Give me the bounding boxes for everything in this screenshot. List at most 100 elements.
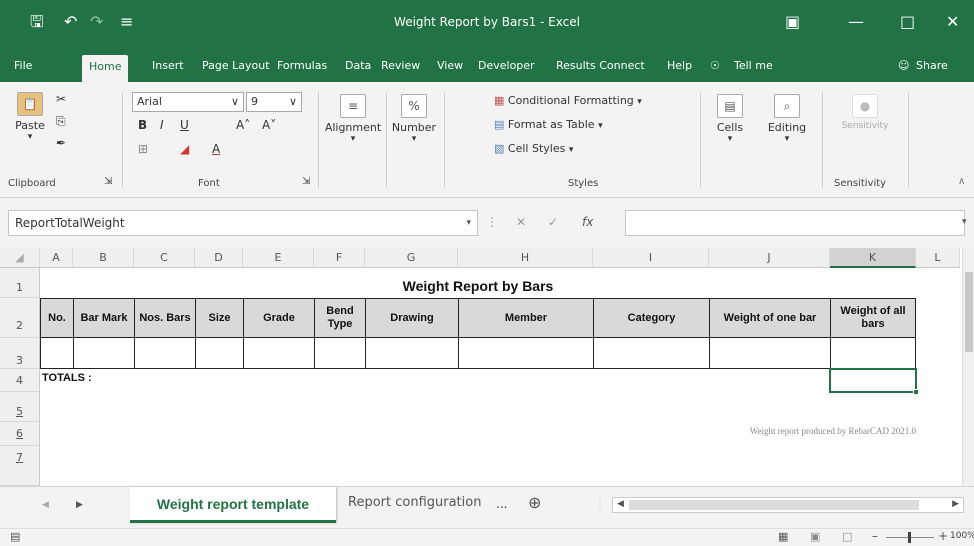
borders-icon[interactable]: ⊞ — [138, 142, 148, 156]
underline-button[interactable]: U — [180, 118, 189, 132]
decrease-font-icon[interactable]: A˅ — [262, 118, 276, 132]
number-button[interactable]: % Number ▾ — [390, 94, 438, 144]
share-icon[interactable]: ☺ — [898, 54, 909, 82]
minimize-icon[interactable]: — — [848, 13, 864, 31]
zoom-out-icon[interactable]: – — [872, 529, 878, 543]
cells-button[interactable]: ▤ Cells ▾ — [708, 94, 752, 144]
column-header[interactable]: I — [593, 248, 709, 268]
column-header[interactable]: B — [73, 248, 134, 268]
header-cell-grade[interactable]: Grade — [243, 298, 315, 338]
tab-share[interactable]: Share — [916, 54, 948, 82]
header-cell-bar-mark[interactable]: Bar Mark — [73, 298, 135, 338]
tab-insert[interactable]: Insert — [152, 54, 184, 82]
editing-button[interactable]: ⌕ Editing ▾ — [762, 94, 812, 144]
row-header[interactable]: 2 — [0, 298, 40, 338]
column-header[interactable]: A — [40, 248, 73, 268]
tab-view[interactable]: View — [437, 54, 463, 82]
lightbulb-icon[interactable]: ☉ — [710, 54, 720, 82]
zoom-slider[interactable] — [886, 532, 934, 543]
sensitivity-button[interactable]: ● Sensitivity — [826, 94, 904, 131]
column-header[interactable]: K — [830, 248, 916, 268]
cell-styles-button[interactable]: ▧ Cell Styles ▾ — [494, 142, 573, 155]
conditional-formatting-button[interactable]: ▦ Conditional Formatting ▾ — [494, 94, 642, 107]
scroll-thumb[interactable] — [965, 272, 973, 352]
font-color-icon[interactable]: A — [212, 142, 220, 156]
data-cell[interactable] — [709, 337, 831, 369]
fill-color-icon[interactable]: ◢ — [180, 142, 189, 156]
header-cell-size[interactable]: Size — [195, 298, 244, 338]
data-cell[interactable] — [314, 337, 366, 369]
add-sheet-icon[interactable]: ⊕ — [528, 493, 541, 512]
zoom-in-icon[interactable]: + — [938, 529, 948, 543]
header-cell-no[interactable]: No. — [40, 298, 74, 338]
vertical-scrollbar[interactable] — [962, 248, 974, 486]
tab-data[interactable]: Data — [345, 54, 371, 82]
column-header[interactable]: E — [243, 248, 314, 268]
scroll-thumb[interactable] — [629, 500, 919, 510]
data-cell[interactable] — [40, 337, 74, 369]
more-sheets-button[interactable]: ... — [496, 497, 507, 511]
scroll-right-icon[interactable]: ▶ — [952, 499, 959, 509]
tab-results-connect[interactable]: Results Connect — [556, 54, 645, 82]
column-header[interactable]: H — [458, 248, 593, 268]
name-box[interactable]: ReportTotalWeight ▾ — [8, 210, 478, 236]
page-break-view-icon[interactable]: □ — [842, 530, 852, 543]
sheet-tab-weight-report-template[interactable]: Weight report template — [130, 487, 336, 523]
tab-formulas[interactable]: Formulas — [277, 54, 327, 82]
row-header[interactable]: 1 — [0, 268, 40, 298]
data-cell[interactable] — [134, 337, 196, 369]
paste-button[interactable]: 📋 Paste ▾ — [10, 92, 50, 142]
column-header[interactable]: F — [314, 248, 365, 268]
fill-handle[interactable] — [913, 389, 919, 395]
tab-review[interactable]: Review — [381, 54, 420, 82]
increase-font-icon[interactable]: A˄ — [236, 118, 250, 132]
data-cell[interactable] — [365, 337, 459, 369]
scroll-tabs-left-icon[interactable]: ◀ — [42, 500, 49, 510]
data-cell[interactable] — [73, 337, 135, 369]
cancel-icon[interactable]: ✕ — [516, 210, 526, 236]
insert-function-icon[interactable]: fx — [582, 210, 593, 236]
row-header[interactable]: 4 — [0, 369, 40, 392]
select-all-corner[interactable]: ◢ — [0, 248, 40, 268]
close-icon[interactable]: ✕ — [946, 13, 959, 31]
header-cell-nos-bars[interactable]: Nos. Bars — [134, 298, 196, 338]
row-header[interactable]: 5 — [0, 392, 40, 422]
expand-formula-icon[interactable]: ▾ — [962, 210, 967, 236]
format-painter-icon[interactable]: ✒ — [56, 136, 66, 150]
header-cell-bend-type[interactable]: Bend Type — [314, 298, 366, 338]
horizontal-scrollbar[interactable]: ◀ ▶ — [612, 497, 964, 513]
row-header[interactable]: 3 — [0, 338, 40, 369]
column-header[interactable]: J — [709, 248, 830, 268]
font-launcher-icon[interactable]: ⇲ — [302, 176, 310, 187]
row-header[interactable]: 7 — [0, 446, 40, 486]
zoom-slider-thumb[interactable] — [908, 532, 911, 543]
selected-cell-total-weight[interactable] — [829, 368, 919, 395]
paste-dropdown-icon[interactable]: ▾ — [10, 132, 50, 142]
ribbon-display-icon[interactable]: ▣ — [785, 13, 800, 31]
column-header[interactable]: D — [195, 248, 243, 268]
formula-input[interactable] — [625, 210, 965, 236]
data-cell[interactable] — [195, 337, 244, 369]
chevron-down-icon[interactable]: ▾ — [466, 211, 471, 235]
row-header[interactable]: 6 — [0, 422, 40, 446]
copy-icon[interactable]: ⎘ — [56, 114, 66, 129]
italic-button[interactable]: I — [160, 118, 164, 132]
tab-file[interactable]: File — [14, 54, 32, 82]
normal-view-icon[interactable]: ▦ — [778, 530, 788, 543]
header-cell-member[interactable]: Member — [458, 298, 594, 338]
column-header[interactable]: G — [365, 248, 458, 268]
page-layout-view-icon[interactable]: ▣ — [810, 530, 820, 543]
tab-help[interactable]: Help — [667, 54, 692, 82]
tab-tell-me[interactable]: Tell me — [734, 54, 773, 82]
header-cell-weight-all-bars[interactable]: Weight of all bars — [830, 298, 916, 338]
scroll-left-icon[interactable]: ◀ — [617, 499, 624, 509]
scroll-tabs-right-icon[interactable]: ▶ — [76, 500, 83, 510]
font-size-select[interactable]: 9 ∨ — [246, 92, 302, 112]
data-cell[interactable] — [243, 337, 315, 369]
clipboard-launcher-icon[interactable]: ⇲ — [104, 176, 112, 187]
maximize-icon[interactable]: □ — [900, 13, 915, 31]
data-cell[interactable] — [830, 337, 916, 369]
macro-recorder-icon[interactable]: ▤ — [10, 530, 20, 543]
font-name-select[interactable]: Arial ∨ — [132, 92, 244, 112]
collapse-ribbon-icon[interactable]: ∧ — [958, 176, 965, 187]
